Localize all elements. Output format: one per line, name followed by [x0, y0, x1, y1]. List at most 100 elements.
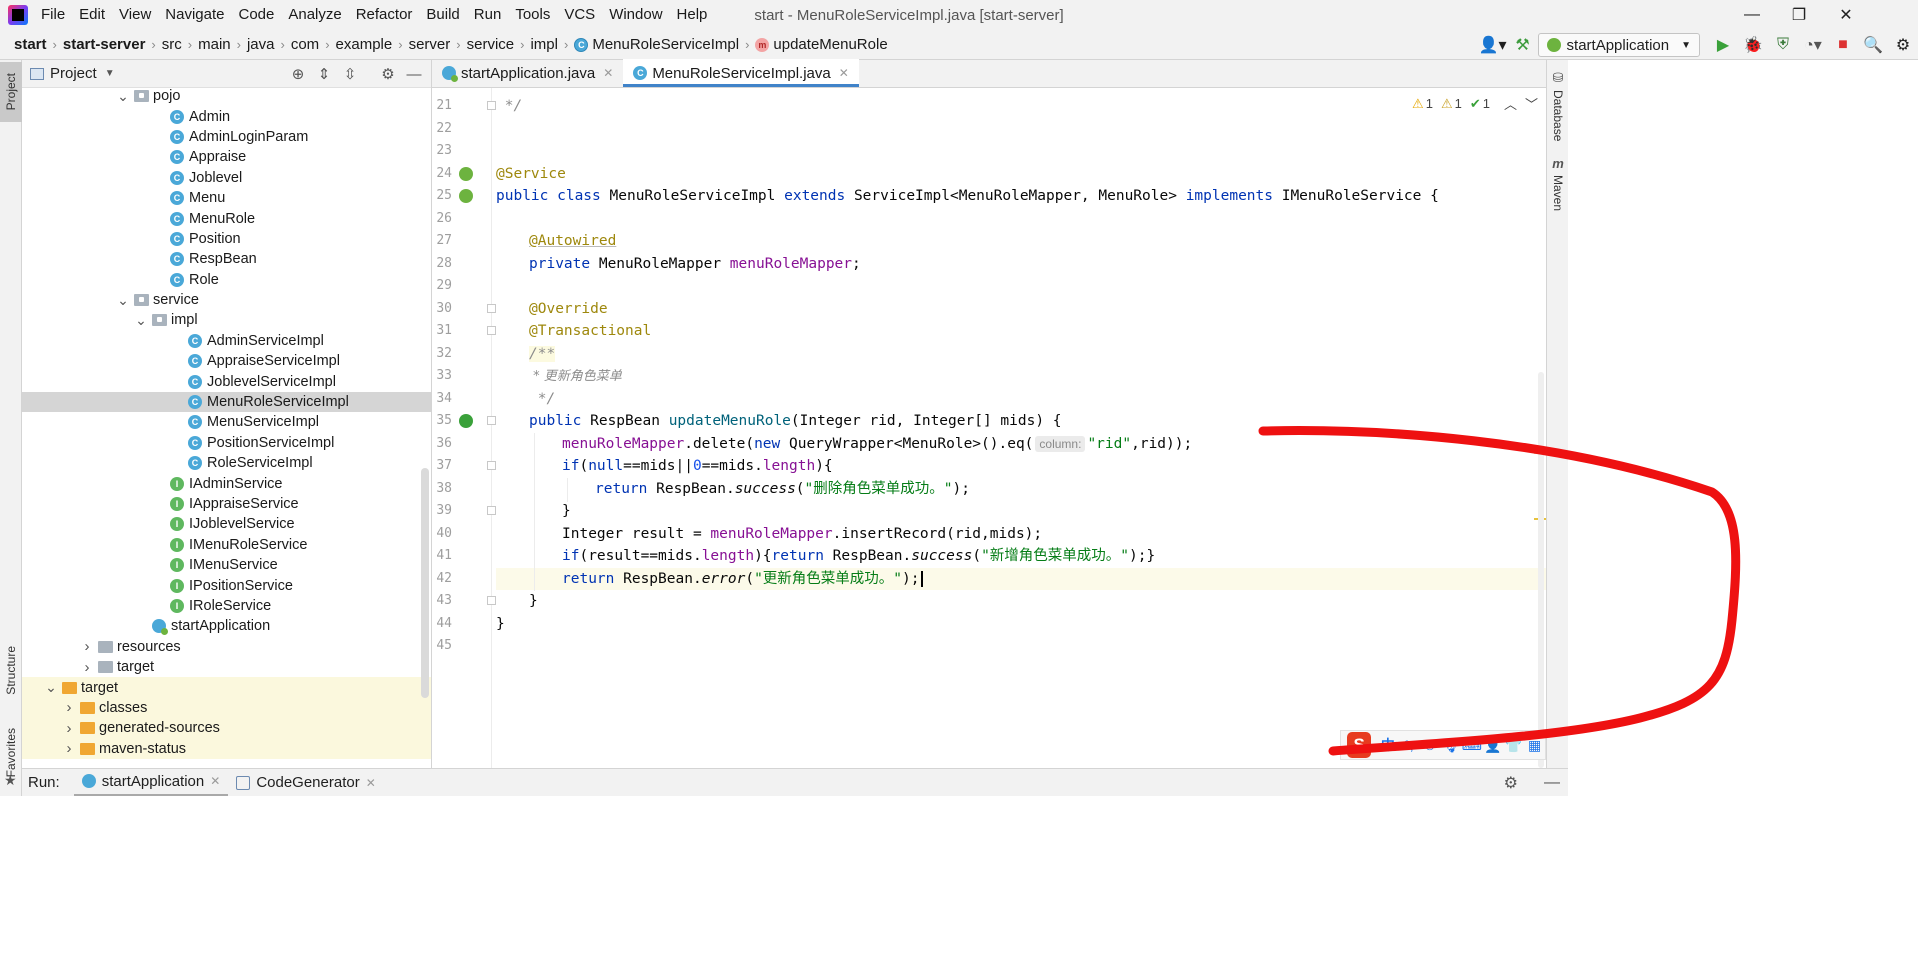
- line-number[interactable]: 43: [432, 593, 452, 608]
- breadcrumb-item[interactable]: service: [467, 36, 515, 53]
- ime-toolbox-icon[interactable]: ▦: [1524, 737, 1545, 754]
- menu-navigate[interactable]: Navigate: [158, 0, 231, 30]
- view-dropdown-chevron-icon[interactable]: ▼: [105, 68, 115, 79]
- ime-skin-icon[interactable]: 👕: [1503, 737, 1524, 754]
- line-number[interactable]: 42: [432, 571, 452, 586]
- line-number[interactable]: 22: [432, 121, 452, 136]
- tree-item[interactable]: ⌄ service: [22, 290, 431, 310]
- line-number[interactable]: 21: [432, 98, 452, 113]
- run-configuration-select[interactable]: startApplication ▼: [1537, 33, 1700, 57]
- breadcrumb-item[interactable]: start-server: [63, 36, 146, 53]
- tree-item[interactable]: ⌄ target: [22, 677, 431, 698]
- tree-item[interactable]: C Menu: [22, 188, 431, 208]
- breadcrumb-method[interactable]: m updateMenuRole: [755, 36, 888, 53]
- tree-item[interactable]: C Appraise: [22, 147, 431, 167]
- tree-item[interactable]: I IMenuService: [22, 555, 431, 575]
- menu-file[interactable]: File: [34, 0, 72, 30]
- hide-run-panel-icon[interactable]: —: [1544, 774, 1560, 792]
- breadcrumb-item[interactable]: main: [198, 36, 231, 53]
- menu-window[interactable]: Window: [602, 0, 669, 30]
- chevron-right-icon[interactable]: ›: [62, 720, 76, 737]
- ime-keyboard-icon[interactable]: ⌨: [1461, 737, 1482, 754]
- line-number[interactable]: 33: [432, 368, 452, 383]
- expand-all-icon[interactable]: ⇕: [311, 65, 337, 83]
- line-number[interactable]: 23: [432, 143, 452, 158]
- build-hammer-icon[interactable]: ⚒: [1508, 30, 1538, 60]
- tree-item[interactable]: C MenuRoleServiceImpl: [22, 391, 431, 413]
- menu-run[interactable]: Run: [467, 0, 509, 30]
- line-number[interactable]: 45: [432, 638, 452, 653]
- structure-tool-tab[interactable]: Structure: [0, 635, 22, 705]
- stop-icon[interactable]: ■: [1828, 30, 1858, 60]
- tree-item[interactable]: C AdminServiceImpl: [22, 331, 431, 351]
- close-tab-icon[interactable]: ✕: [210, 774, 220, 788]
- tree-item[interactable]: C MenuServiceImpl: [22, 412, 431, 432]
- database-tool-tab[interactable]: ⛁ Database: [1547, 70, 1569, 141]
- tree-item[interactable]: › target: [22, 657, 431, 677]
- close-tab-icon[interactable]: ✕: [839, 66, 849, 80]
- breadcrumb-item[interactable]: start: [14, 36, 47, 53]
- tree-item[interactable]: ⌄ impl: [22, 310, 431, 330]
- breadcrumb-item[interactable]: src: [162, 36, 182, 53]
- collapse-all-icon[interactable]: ⇳: [337, 65, 363, 83]
- search-icon[interactable]: 🔍: [1858, 30, 1888, 60]
- menu-build[interactable]: Build: [419, 0, 466, 30]
- project-panel-title[interactable]: Project: [50, 65, 97, 82]
- menu-tools[interactable]: Tools: [508, 0, 557, 30]
- line-number[interactable]: 32: [432, 346, 452, 361]
- menu-edit[interactable]: Edit: [72, 0, 112, 30]
- fold-marker-icon[interactable]: [487, 101, 496, 110]
- tree-item[interactable]: I IAppraiseService: [22, 494, 431, 514]
- fold-marker-icon[interactable]: [487, 506, 496, 515]
- tree-item[interactable]: C AdminLoginParam: [22, 127, 431, 147]
- tree-item[interactable]: C PositionServiceImpl: [22, 433, 431, 453]
- line-number[interactable]: 24: [432, 166, 452, 181]
- breadcrumb-item[interactable]: example: [336, 36, 393, 53]
- menu-vcs[interactable]: VCS: [557, 0, 602, 30]
- ime-user-icon[interactable]: 👤: [1482, 737, 1503, 754]
- project-tool-tab[interactable]: Project: [0, 62, 22, 122]
- close-tab-icon[interactable]: ✕: [366, 776, 376, 790]
- tree-item[interactable]: C JoblevelServiceImpl: [22, 371, 431, 391]
- line-number[interactable]: 34: [432, 391, 452, 406]
- line-number[interactable]: 29: [432, 278, 452, 293]
- chevron-right-icon[interactable]: ›: [80, 638, 94, 655]
- user-account-icon[interactable]: 👤▾: [1478, 30, 1508, 60]
- line-number[interactable]: 30: [432, 301, 452, 316]
- close-window-button[interactable]: ✕: [1823, 0, 1869, 30]
- tree-item[interactable]: C Role: [22, 270, 431, 290]
- run-tab-code-generator[interactable]: CodeGenerator ✕: [228, 769, 383, 797]
- menu-analyze[interactable]: Analyze: [281, 0, 348, 30]
- chevron-down-icon[interactable]: ⌄: [116, 88, 130, 105]
- tree-item[interactable]: › maven-status: [22, 738, 431, 759]
- maven-tool-tab[interactable]: m Maven: [1547, 156, 1569, 211]
- restore-button[interactable]: ❐: [1776, 0, 1822, 30]
- sogou-logo-icon[interactable]: S: [1347, 732, 1372, 758]
- chevron-down-icon[interactable]: ⌄: [44, 679, 58, 696]
- chevron-down-icon[interactable]: ⌄: [116, 292, 130, 309]
- ime-microphone-icon[interactable]: 🎙: [1440, 737, 1461, 754]
- menu-help[interactable]: Help: [670, 0, 715, 30]
- breadcrumb-item[interactable]: java: [247, 36, 275, 53]
- chevron-right-icon[interactable]: ›: [62, 699, 76, 716]
- breadcrumb-item[interactable]: impl: [530, 36, 558, 53]
- line-number[interactable]: 26: [432, 211, 452, 226]
- fold-marker-icon[interactable]: [487, 326, 496, 335]
- code-area[interactable]: */ @Service public class MenuRoleService…: [496, 88, 1546, 768]
- line-number[interactable]: 40: [432, 526, 452, 541]
- run-tab-start-application[interactable]: startApplication ✕: [73, 769, 229, 797]
- chevron-right-icon[interactable]: ›: [62, 740, 76, 757]
- settings-gear-icon[interactable]: ⚙: [1888, 30, 1918, 60]
- fold-marker-icon[interactable]: [487, 416, 496, 425]
- profiler-icon[interactable]: ◔▾: [1798, 30, 1828, 60]
- menu-refactor[interactable]: Refactor: [349, 0, 420, 30]
- tree-item[interactable]: › classes: [22, 697, 431, 719]
- editor-scrollbar[interactable]: [1538, 372, 1544, 768]
- implements-method-gutter-icon[interactable]: [459, 414, 473, 428]
- ime-punctuation[interactable]: °,: [1398, 737, 1419, 753]
- editor-tab[interactable]: C MenuRoleServiceImpl.java ✕: [623, 59, 860, 87]
- tree-item[interactable]: C MenuRole: [22, 208, 431, 228]
- hide-panel-icon[interactable]: —: [401, 66, 427, 83]
- tree-item[interactable]: C Position: [22, 229, 431, 249]
- line-number[interactable]: 37: [432, 458, 452, 473]
